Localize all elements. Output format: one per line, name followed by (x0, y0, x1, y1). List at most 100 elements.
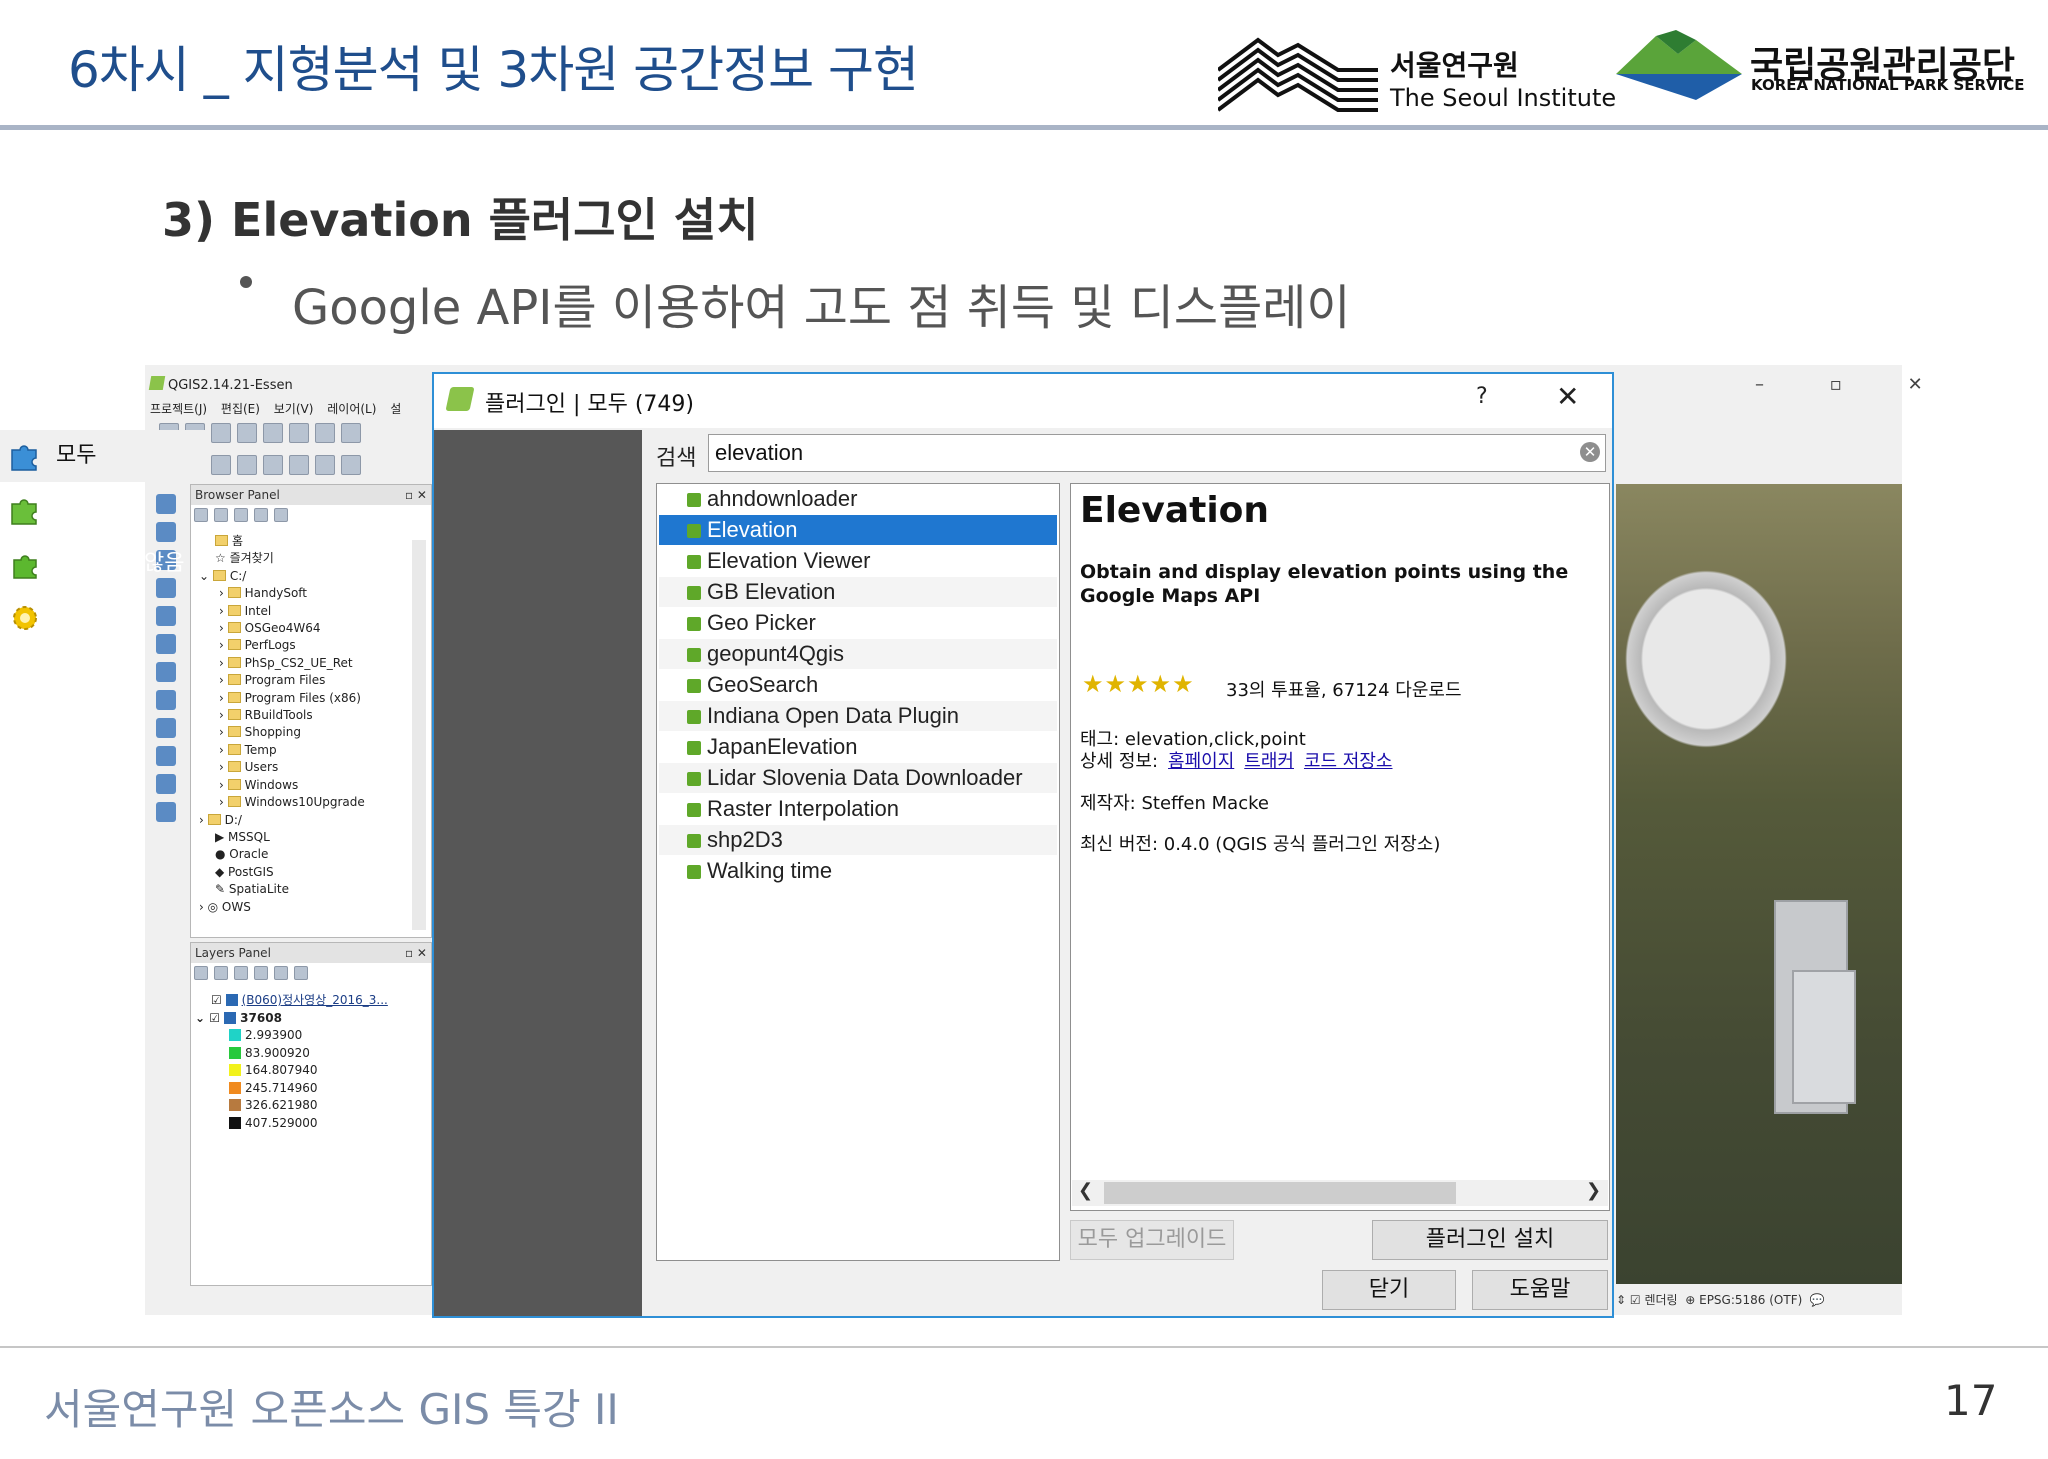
tree-item[interactable]: › Shopping (195, 724, 431, 741)
save-as-icon[interactable] (237, 423, 257, 443)
browser-scrollbar[interactable] (412, 540, 426, 930)
list-item[interactable]: Elevation Viewer (659, 546, 1057, 576)
expand-all-icon[interactable] (254, 966, 268, 980)
panel-close-icon[interactable]: ▫ ✕ (405, 485, 427, 505)
cut-icon[interactable] (341, 455, 361, 475)
help-icon[interactable]: ? (1476, 384, 1488, 409)
homepage-link[interactable]: 홈페이지 (1168, 751, 1234, 772)
scrollbar-thumb[interactable] (1104, 1182, 1456, 1204)
list-item[interactable]: ahndownloader (659, 484, 1057, 514)
refresh-icon[interactable] (214, 508, 228, 522)
list-item[interactable]: Lidar Slovenia Data Downloader (659, 763, 1057, 793)
tree-item[interactable]: › Temp (195, 742, 431, 759)
tree-item[interactable]: › HandySoft (195, 585, 431, 602)
tree-item[interactable]: ● Oracle (195, 846, 431, 863)
tree-item[interactable]: › Windows10Upgrade (195, 794, 431, 811)
tree-item[interactable]: › RBuildTools (195, 707, 431, 724)
close-icon[interactable]: ✕ (1556, 380, 1579, 413)
tree-item[interactable]: › Windows (195, 777, 431, 794)
tree-item[interactable]: › OSGeo4W64 (195, 620, 431, 637)
add-group-icon[interactable] (214, 966, 228, 980)
delete-icon[interactable] (315, 455, 335, 475)
menu-edit[interactable]: 편집(E) (221, 402, 260, 416)
menu-project[interactable]: 프로젝트(J) (150, 402, 207, 416)
add-feature-icon[interactable] (237, 455, 257, 475)
list-item[interactable]: JapanElevation (659, 732, 1057, 762)
list-item[interactable]: GB Elevation (659, 577, 1057, 607)
list-item[interactable]: GeoSearch (659, 670, 1057, 700)
add-virtual-layer-icon[interactable] (156, 802, 176, 822)
code-repository-link[interactable]: 코드 저장소 (1304, 751, 1393, 772)
search-input[interactable] (708, 434, 1606, 472)
list-item[interactable]: Raster Interpolation (659, 794, 1057, 824)
menu-layer[interactable]: 레이어(L) (327, 402, 376, 416)
zoom-icon[interactable] (289, 423, 309, 443)
spin-icon[interactable]: ⇕ (1616, 1293, 1630, 1307)
list-item-selected[interactable]: Elevation (659, 515, 1057, 545)
panel-close-icon[interactable]: ▫ ✕ (405, 943, 427, 963)
scroll-left-icon[interactable]: ❮ (1078, 1180, 1093, 1201)
install-plugin-button[interactable]: 플러그인 설치 (1372, 1220, 1608, 1260)
help-button[interactable]: 도움말 (1472, 1270, 1608, 1310)
sidebar-item-settings[interactable]: 설정 (0, 592, 208, 644)
map-canvas[interactable] (1616, 484, 1902, 1284)
sidebar-item-installed[interactable]: 설치됨 (0, 484, 208, 536)
pan-icon[interactable] (315, 423, 335, 443)
sidebar-item-not-installed[interactable]: 설치되지 않음 (0, 538, 208, 590)
tree-item[interactable]: › Intel (195, 603, 431, 620)
remove-layer-icon[interactable] (294, 966, 308, 980)
tree-item[interactable]: ◆ PostGIS (195, 864, 431, 881)
close-button[interactable]: 닫기 (1322, 1270, 1456, 1310)
tree-item[interactable]: › Users (195, 759, 431, 776)
tree-item[interactable]: › Program Files (x86) (195, 690, 431, 707)
crs-label[interactable]: EPSG:5186 (OTF) (1699, 1293, 1802, 1307)
add-wfs-icon[interactable] (156, 718, 176, 738)
sidebar-item-all[interactable]: 모두 (0, 430, 208, 482)
menu-settings[interactable]: 설 (390, 402, 401, 416)
add-delimited-text-icon[interactable] (156, 746, 176, 766)
upgrade-all-button[interactable]: 모두 업그레이드 (1070, 1220, 1234, 1260)
crs-icon[interactable]: ⊕ (1685, 1293, 1699, 1307)
node-tool-icon[interactable] (289, 455, 309, 475)
filter-legend-icon[interactable] (234, 966, 248, 980)
open-styling-icon[interactable] (194, 966, 208, 980)
layer-item[interactable]: ☑ (B060)정사영상_2016_3... (191, 987, 431, 1009)
tree-item[interactable]: › Program Files (195, 672, 431, 689)
new-shapefile-icon[interactable] (156, 774, 176, 794)
tree-item[interactable]: 홈 (195, 533, 431, 550)
window-controls[interactable]: – ▫ ✕ (1755, 374, 1953, 395)
identify-icon[interactable] (341, 423, 361, 443)
properties-icon[interactable] (274, 508, 288, 522)
menu-view[interactable]: 보기(V) (274, 402, 314, 416)
list-item[interactable]: geopunt4Qgis (659, 639, 1057, 669)
add-wms-icon[interactable] (156, 662, 176, 682)
render-checkbox-icon[interactable]: ☑ (1630, 1293, 1641, 1307)
tree-item[interactable]: ✎ SpatiaLite (195, 881, 431, 898)
tree-item[interactable]: › PhSp_CS2_UE_Ret (195, 655, 431, 672)
save-edits-icon[interactable] (211, 455, 231, 475)
add-wcs-icon[interactable] (156, 690, 176, 710)
tree-item[interactable]: › PerfLogs (195, 637, 431, 654)
tree-item[interactable]: ▶ MSSQL (195, 829, 431, 846)
clear-search-icon[interactable]: ✕ (1580, 442, 1600, 462)
save-project-icon[interactable] (211, 423, 231, 443)
tracker-link[interactable]: 트래커 (1244, 751, 1294, 772)
collapse-all-icon[interactable] (274, 966, 288, 980)
tree-item[interactable]: › D:/ (195, 812, 431, 829)
tree-item[interactable]: ⌄ C:/ (195, 568, 431, 585)
list-item[interactable]: Geo Picker (659, 608, 1057, 638)
tree-item[interactable]: › ◎ OWS (195, 899, 431, 916)
checkbox-icon[interactable]: ☑ (211, 993, 226, 1007)
layer-item[interactable]: ⌄ ☑ 37608 (191, 1009, 431, 1027)
scroll-right-icon[interactable]: ❯ (1586, 1180, 1601, 1201)
list-item[interactable]: Walking time (659, 856, 1057, 886)
print-composer-icon[interactable] (263, 423, 283, 443)
checkbox-icon[interactable]: ☑ (209, 1011, 224, 1025)
rating-stars-icon[interactable]: ★★★★★ (1082, 670, 1195, 698)
move-feature-icon[interactable] (263, 455, 283, 475)
list-item[interactable]: Indiana Open Data Plugin (659, 701, 1057, 731)
filter-icon[interactable] (234, 508, 248, 522)
messages-icon[interactable]: 💬 (1810, 1293, 1825, 1307)
collapse-icon[interactable] (254, 508, 268, 522)
list-item[interactable]: shp2D3 (659, 825, 1057, 855)
